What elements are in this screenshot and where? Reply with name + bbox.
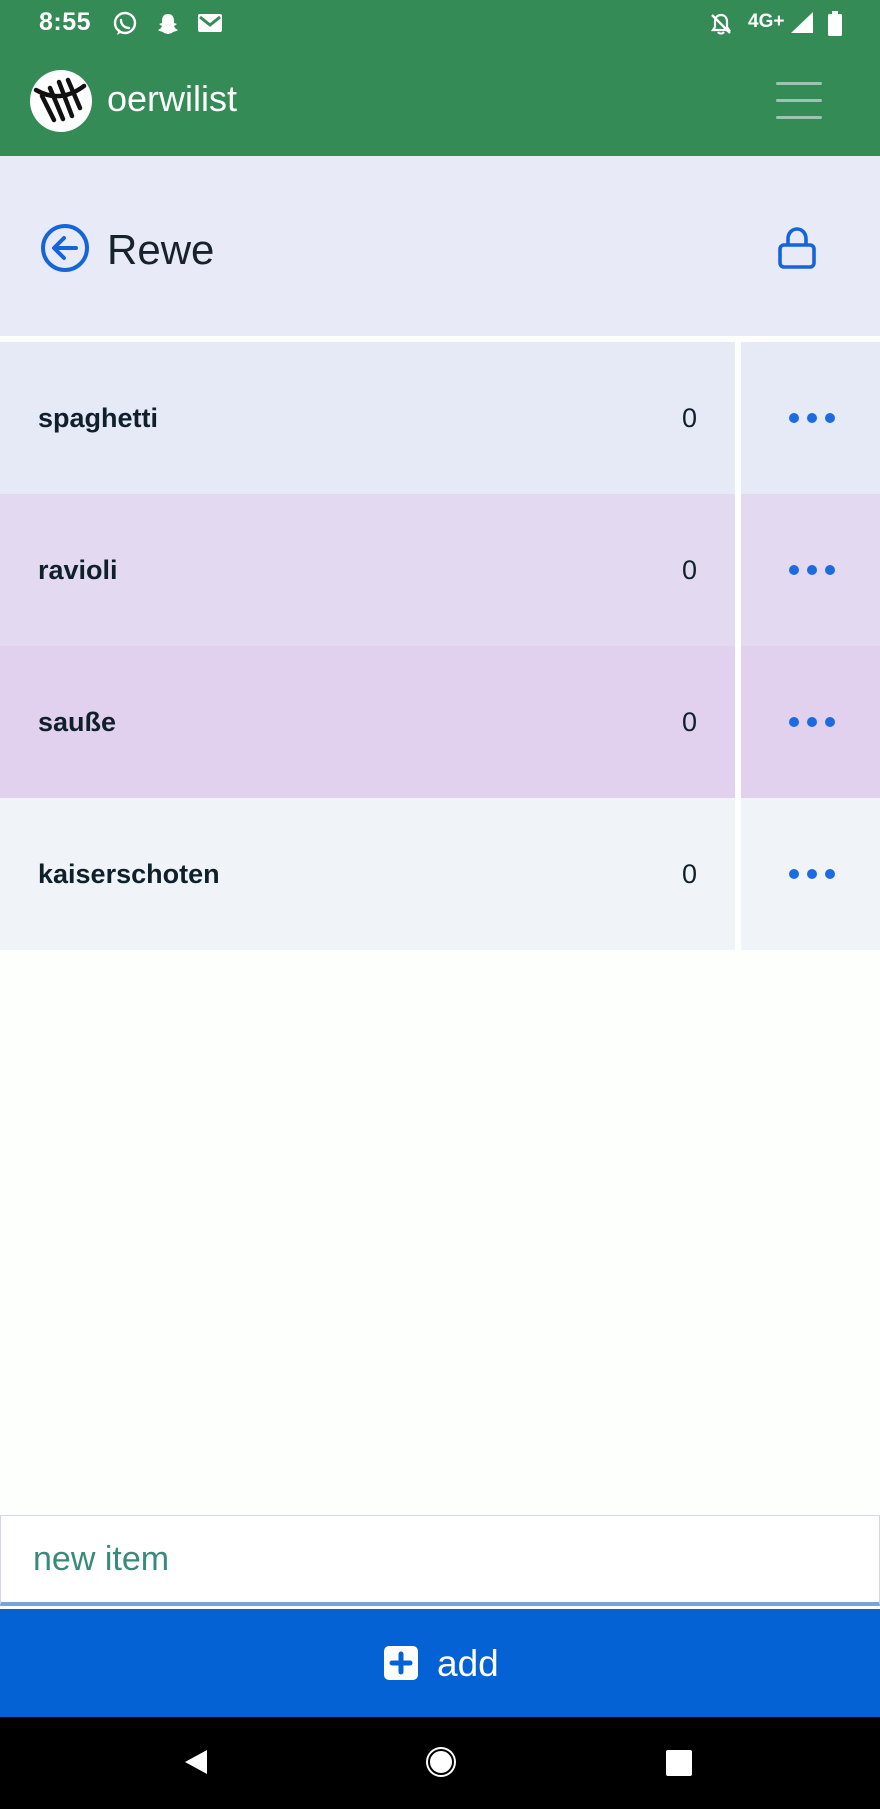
item-quantity: 0: [681, 707, 697, 737]
item-more-button[interactable]: [741, 494, 880, 646]
list-item-main[interactable]: saußе 0: [0, 646, 735, 798]
gmail-icon: [198, 14, 222, 32]
list-item: ravioli 0: [0, 494, 880, 646]
plus-square-icon: [384, 1646, 418, 1680]
battery-icon: [828, 11, 842, 36]
list-title: Rewe: [107, 226, 215, 273]
list-item: saußе 0: [0, 646, 880, 798]
nav-back-icon[interactable]: [181, 1747, 211, 1777]
item-name: kaiserschoten: [38, 859, 220, 889]
nav-recents-icon[interactable]: [664, 1748, 694, 1778]
lock-button[interactable]: [775, 226, 819, 270]
app-logo: [30, 70, 92, 132]
item-quantity: 0: [681, 403, 697, 433]
nav-home-icon[interactable]: [423, 1744, 459, 1780]
new-item-input[interactable]: [1, 1516, 879, 1602]
list-item: kaiserschoten 0: [0, 798, 880, 950]
more-horizontal-icon: [789, 717, 835, 727]
snapchat-icon: [158, 14, 178, 34]
add-button-label: add: [437, 1643, 499, 1684]
menu-button[interactable]: [770, 80, 826, 122]
item-more-button[interactable]: [741, 342, 880, 494]
lock-icon: [778, 227, 816, 269]
app-bar: oerwilist: [0, 48, 880, 156]
item-name: ravioli: [38, 555, 118, 585]
more-horizontal-icon: [789, 565, 835, 575]
status-bar: 8:55 4G+: [0, 0, 880, 48]
list-item-main[interactable]: kaiserschoten 0: [0, 798, 735, 950]
circle-arrow-left-icon: [41, 224, 89, 272]
item-quantity: 0: [681, 555, 697, 585]
list-header: Rewe: [0, 156, 880, 336]
app-title: oerwilist: [107, 78, 238, 119]
bell-off-icon: [710, 13, 732, 35]
system-nav-bar: [0, 1717, 880, 1809]
more-horizontal-icon: [789, 413, 835, 423]
status-time: 8:55: [39, 8, 92, 36]
item-quantity: 0: [681, 859, 697, 889]
back-button[interactable]: [40, 223, 90, 273]
add-button[interactable]: add: [0, 1609, 880, 1717]
more-horizontal-icon: [789, 869, 835, 879]
network-label: 4G+: [748, 11, 785, 32]
list-item-main[interactable]: spaghetti 0: [0, 342, 735, 494]
tally-marks-logo: [33, 77, 87, 123]
list-item-main[interactable]: ravioli 0: [0, 494, 735, 646]
new-item-field-wrapper: [0, 1515, 880, 1606]
list-item: spaghetti 0: [0, 342, 880, 494]
item-name: saußе: [38, 707, 117, 737]
signal-icon: [791, 12, 813, 33]
item-name: spaghetti: [38, 403, 159, 433]
item-more-button[interactable]: [741, 646, 880, 798]
item-more-button[interactable]: [741, 798, 880, 950]
whatsapp-icon: [113, 11, 137, 35]
